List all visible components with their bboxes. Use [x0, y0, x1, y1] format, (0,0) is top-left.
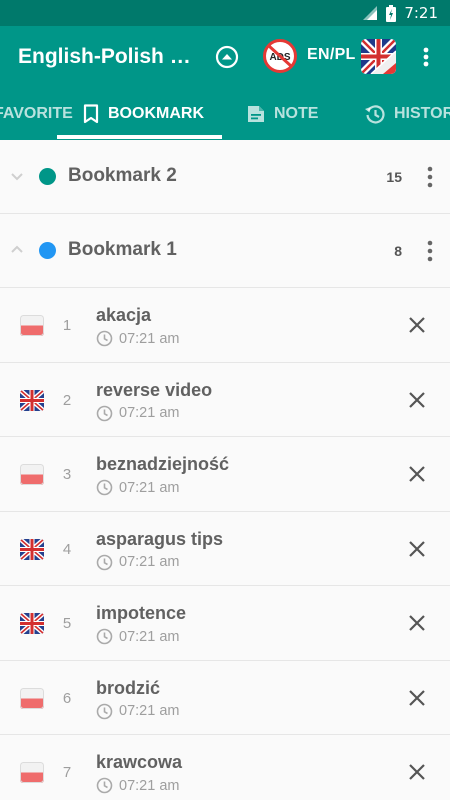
group-color-dot: [39, 168, 56, 185]
item-timestamp: 07:21 am: [96, 628, 179, 645]
group-row-bookmark-2[interactable]: Bookmark 2 15: [0, 140, 450, 214]
item-word: akacja: [96, 305, 152, 325]
tab-note[interactable]: NOTE: [246, 88, 318, 140]
item-time-text: 07:21 am: [119, 330, 180, 347]
clock-icon: [96, 554, 113, 571]
group-count: 8: [394, 243, 402, 259]
item-number: 3: [62, 466, 72, 483]
close-icon[interactable]: [406, 612, 428, 634]
bookmark-items: 1 akacja 07:21 am 2 reverse video 07:21 am 3…: [0, 288, 450, 800]
language-pair-label[interactable]: EN/PL: [307, 46, 356, 64]
bookmark-list: Bookmark 2 15 Bookmark 1 8 1 akacja 07:21 …: [0, 140, 450, 800]
status-bar: 7:21: [0, 0, 450, 26]
uk-flag-icon: [20, 613, 44, 634]
tab-bar: FAVORITE BOOKMARK NOTE HISTORY: [0, 88, 450, 140]
item-time-text: 07:21 am: [119, 777, 180, 794]
close-icon[interactable]: [406, 314, 428, 336]
history-icon: [364, 103, 386, 125]
more-vert-icon[interactable]: [414, 42, 438, 72]
poland-flag-icon: [20, 315, 44, 336]
tab-bookmark-label: BOOKMARK: [108, 105, 204, 122]
list-item[interactable]: 5 impotence 07:21 am: [0, 586, 450, 661]
item-word: beznadziejność: [96, 454, 230, 474]
more-vert-icon[interactable]: [418, 238, 442, 264]
group-name: Bookmark 1: [68, 239, 177, 260]
status-time: 7:21: [404, 4, 438, 22]
item-number: 1: [62, 317, 72, 334]
item-word: asparagus tips: [96, 528, 224, 549]
tab-bookmark[interactable]: BOOKMARK: [82, 88, 204, 140]
item-timestamp: 07:21 am: [96, 330, 179, 347]
item-word: reverse video: [96, 379, 213, 400]
tab-favorite-label: FAVORITE: [0, 105, 73, 122]
tab-history-label: HISTORY: [394, 105, 450, 122]
item-word: krawcowa: [96, 752, 183, 772]
note-icon: [246, 104, 266, 124]
item-number: 5: [62, 615, 72, 632]
app-bar: English-Polish dictionary ADS EN/PL: [0, 26, 450, 88]
chevron-up-icon[interactable]: [8, 241, 26, 259]
item-time-text: 07:21 am: [119, 554, 180, 570]
uk-flag-icon: [20, 389, 44, 411]
close-icon[interactable]: [406, 389, 428, 411]
battery-icon: [386, 4, 397, 22]
list-item[interactable]: 2 reverse video 07:21 am: [0, 362, 450, 437]
list-item[interactable]: 7 krawcowa 07:21 am: [0, 735, 450, 800]
close-icon[interactable]: [406, 538, 428, 560]
group-row-bookmark-1[interactable]: Bookmark 1 8: [0, 214, 450, 288]
poland-flag-icon: [20, 687, 44, 709]
item-time-text: 07:21 am: [119, 703, 180, 719]
chevron-up-circle-icon[interactable]: [212, 42, 242, 72]
item-timestamp: 07:21 am: [96, 554, 179, 571]
close-icon[interactable]: [406, 761, 428, 783]
group-count: 15: [386, 169, 402, 185]
item-word: impotence: [96, 603, 187, 623]
close-icon[interactable]: [406, 463, 428, 485]
list-item[interactable]: 4 asparagus tips 07:21 am: [0, 511, 450, 586]
item-time-text: 07:21 am: [119, 628, 180, 645]
tab-favorite[interactable]: FAVORITE: [0, 88, 73, 140]
item-timestamp: 07:21 am: [96, 405, 179, 422]
tab-indicator: [57, 135, 222, 139]
item-number: 6: [62, 689, 72, 707]
clock-icon: [96, 479, 113, 496]
more-vert-icon[interactable]: [418, 164, 442, 190]
no-ads-icon: ADS: [263, 39, 297, 73]
item-timestamp: 07:21 am: [96, 777, 179, 794]
tab-note-label: NOTE: [274, 105, 319, 122]
signal-icon: [363, 6, 378, 20]
poland-flag-icon: [20, 464, 44, 485]
tab-history[interactable]: HISTORY: [364, 88, 450, 140]
item-timestamp: 07:21 am: [96, 479, 179, 496]
poland-flag-icon: [20, 762, 44, 783]
item-word: brodzić: [96, 677, 161, 698]
item-time-text: 07:21 am: [119, 479, 180, 496]
close-icon[interactable]: [406, 687, 428, 709]
clock-icon: [96, 405, 113, 422]
clock-icon: [96, 330, 113, 347]
clock-icon: [96, 628, 113, 645]
item-number: 2: [62, 391, 72, 409]
list-item[interactable]: 1 akacja 07:21 am: [0, 288, 450, 363]
item-number: 7: [62, 764, 72, 781]
item-timestamp: 07:21 am: [96, 703, 179, 720]
group-name: Bookmark 2: [68, 165, 177, 186]
clock-icon: [96, 703, 113, 720]
uk-poland-flag-icon[interactable]: [361, 39, 396, 74]
bookmark-icon: [82, 104, 100, 124]
no-ads-button[interactable]: ADS: [263, 39, 297, 73]
chevron-down-icon[interactable]: [8, 167, 26, 185]
uk-flag-icon: [20, 538, 44, 560]
item-number: 4: [62, 540, 72, 558]
clock-icon: [96, 777, 113, 794]
list-item[interactable]: 6 brodzić 07:21 am: [0, 660, 450, 735]
app-title: English-Polish dictionary: [18, 45, 198, 68]
list-item[interactable]: 3 beznadziejność 07:21 am: [0, 437, 450, 512]
item-time-text: 07:21 am: [119, 405, 180, 421]
group-color-dot: [39, 242, 56, 259]
